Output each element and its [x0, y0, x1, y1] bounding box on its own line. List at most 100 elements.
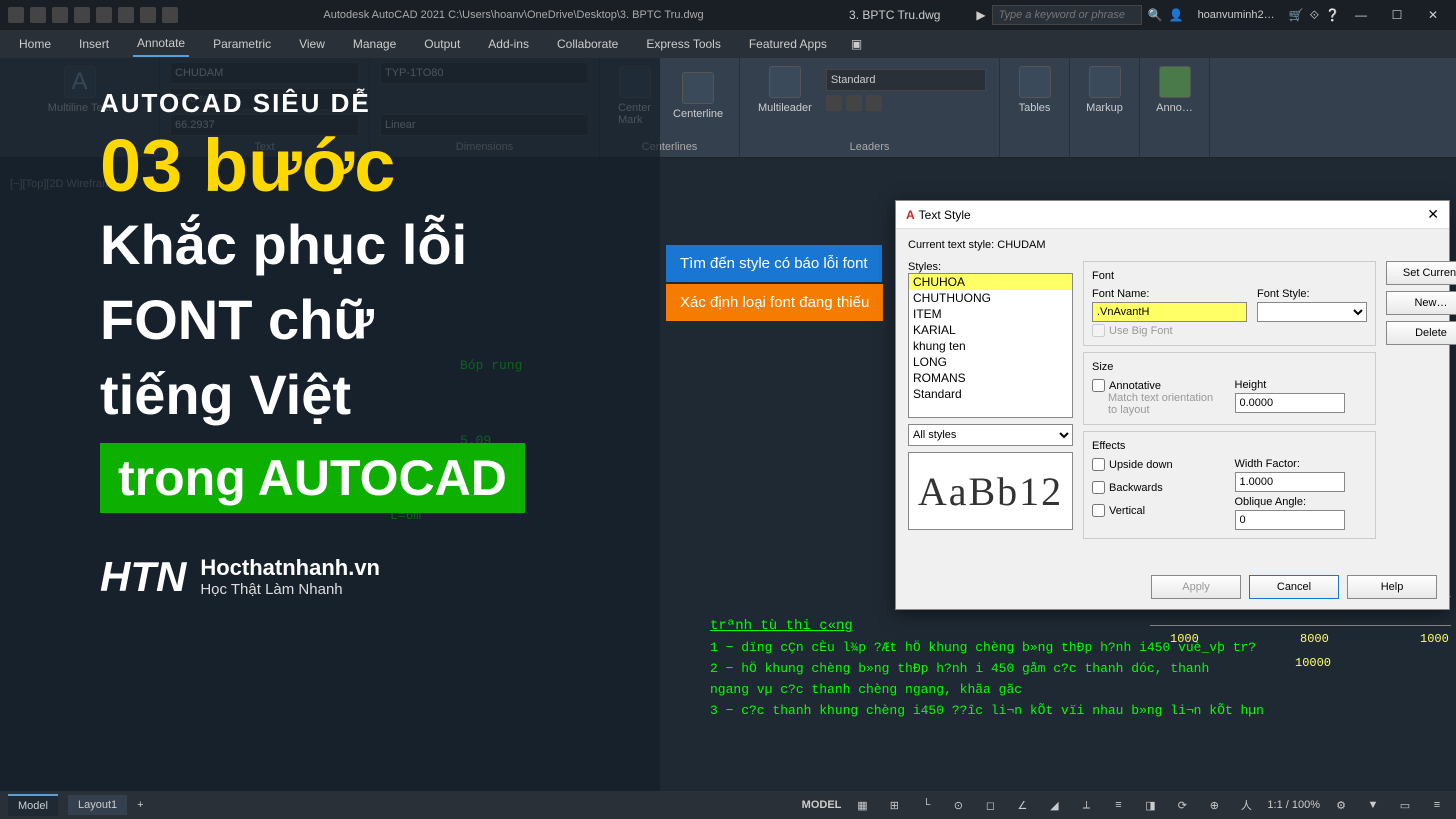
qat-icon[interactable] — [74, 7, 90, 23]
width-factor-input[interactable] — [1235, 472, 1345, 492]
qat-icon[interactable] — [52, 7, 68, 23]
title-bar: Autodesk AutoCAD 2021 C:\Users\hoanv\One… — [0, 0, 1456, 30]
angle-icon[interactable]: ∠ — [1011, 794, 1033, 816]
transparency-icon[interactable]: ◨ — [1139, 794, 1161, 816]
autodesk-icon[interactable]: ⟐ — [1310, 8, 1319, 23]
scale-label[interactable]: 1:1 / 100% — [1267, 799, 1320, 811]
customize-icon[interactable]: ≡ — [1426, 794, 1448, 816]
style-item[interactable]: Standard — [909, 386, 1072, 402]
backwards-checkbox[interactable]: Backwards — [1092, 481, 1225, 494]
leader-icon[interactable] — [846, 95, 862, 111]
help-button[interactable]: Help — [1347, 575, 1437, 599]
leader-icon[interactable] — [866, 95, 882, 111]
style-item[interactable]: KARIAL — [909, 322, 1072, 338]
font-style-select[interactable] — [1257, 302, 1367, 322]
qat-icon[interactable] — [96, 7, 112, 23]
anno-monitor-icon[interactable]: ⊕ — [1203, 794, 1225, 816]
tab-home[interactable]: Home — [15, 32, 55, 56]
panel-toggle-icon[interactable]: ▣ — [851, 37, 862, 51]
grid-icon[interactable]: ▦ — [851, 794, 873, 816]
model-space-label[interactable]: MODEL — [802, 799, 842, 811]
dialog-close-button[interactable]: ✕ — [1427, 206, 1439, 223]
layout-tab[interactable]: Layout1 — [68, 795, 127, 815]
upside-checkbox[interactable]: Upside down — [1092, 458, 1225, 471]
use-big-font-checkbox[interactable]: Use Big Font — [1092, 324, 1247, 337]
gear-icon[interactable]: ⚙ — [1330, 794, 1352, 816]
help-icon[interactable]: ❔ — [1325, 8, 1340, 22]
anno-scale-icon[interactable]: 人 — [1235, 794, 1257, 816]
user-icon[interactable]: 👤 — [1169, 8, 1184, 22]
clean-icon[interactable]: ▭ — [1394, 794, 1416, 816]
tab-collab[interactable]: Collaborate — [553, 32, 622, 56]
tab-output[interactable]: Output — [420, 32, 464, 56]
tab-annotate[interactable]: Annotate — [133, 31, 189, 57]
model-tab[interactable]: Model — [8, 794, 58, 816]
style-item[interactable]: khung ten — [909, 338, 1072, 354]
anno-button[interactable]: Anno… — [1150, 62, 1199, 118]
maximize-button[interactable]: ☐ — [1382, 3, 1412, 27]
cancel-button[interactable]: Cancel — [1249, 575, 1339, 599]
callout-step2: Xác định loại font đang thiếu — [666, 284, 883, 321]
new-style-button[interactable]: New… — [1386, 291, 1456, 315]
qat-icon[interactable] — [30, 7, 46, 23]
tab-express[interactable]: Express Tools — [642, 32, 724, 56]
style-item[interactable]: CHUTHUONG — [909, 290, 1072, 306]
delete-style-button[interactable]: Delete — [1386, 321, 1456, 345]
font-style-label: Font Style: — [1257, 288, 1367, 300]
set-current-button[interactable]: Set Current — [1386, 261, 1456, 285]
style-item[interactable]: ITEM — [909, 306, 1072, 322]
markup-button[interactable]: Markup — [1080, 62, 1129, 118]
lineweight-icon[interactable]: ≡ — [1107, 794, 1129, 816]
tab-featured[interactable]: Featured Apps — [745, 32, 831, 56]
style-item[interactable]: LONG — [909, 354, 1072, 370]
search-icon[interactable]: 🔍 — [1148, 8, 1163, 22]
drawing-line: ngang vµ c?c thanh chèng ngang, khãa gãc — [710, 682, 1264, 697]
qat-icon[interactable] — [140, 7, 156, 23]
style-item[interactable]: ROMANS — [909, 370, 1072, 386]
tab-insert[interactable]: Insert — [75, 32, 113, 56]
osnap-icon[interactable]: ◻ — [979, 794, 1001, 816]
leader-style-select[interactable] — [826, 69, 986, 91]
tab-addins[interactable]: Add-ins — [484, 32, 533, 56]
leader-icon[interactable] — [826, 95, 842, 111]
dialog-titlebar[interactable]: A Text Style ✕ — [896, 201, 1449, 229]
help-search-input[interactable] — [992, 5, 1142, 25]
dialog-title: Text Style — [919, 208, 971, 222]
promo-overlay: AUTOCAD SIÊU DỄ 03 bước Khắc phục lỗi FO… — [0, 58, 660, 798]
workspace-icon[interactable]: ▼ — [1362, 794, 1384, 816]
vertical-checkbox[interactable]: Vertical — [1092, 504, 1225, 517]
dimension: 1000 — [1420, 632, 1449, 646]
height-input[interactable] — [1235, 393, 1345, 413]
add-layout-icon[interactable]: + — [137, 799, 143, 811]
track-icon[interactable]: ⟂ — [1075, 794, 1097, 816]
callout-step1: Tìm đến style có báo lỗi font — [666, 245, 882, 282]
isoplane-icon[interactable]: ◢ — [1043, 794, 1065, 816]
drawing-line: 2 − hÖ khung chèng b»ng thÐp h?nh i 450 … — [710, 661, 1264, 676]
ortho-icon[interactable]: └ — [915, 794, 937, 816]
tables-button[interactable]: Tables — [1010, 62, 1059, 118]
annotative-checkbox[interactable]: Annotative — [1092, 379, 1225, 392]
width-factor-label: Width Factor: — [1235, 458, 1368, 470]
user-label[interactable]: hoanvuminh2… — [1198, 9, 1275, 21]
polar-icon[interactable]: ⊙ — [947, 794, 969, 816]
close-button[interactable]: ✕ — [1418, 3, 1448, 27]
overlay-subtitle: AUTOCAD SIÊU DỄ — [100, 88, 660, 119]
cart-icon[interactable]: 🛒 — [1289, 8, 1304, 22]
overlay-big: 03 bước — [100, 129, 660, 203]
centerline-button[interactable]: Centerline — [665, 68, 731, 124]
minimize-button[interactable]: — — [1346, 3, 1376, 27]
font-name-select[interactable] — [1092, 302, 1247, 322]
styles-listbox[interactable]: CHUHOA CHUTHUONG ITEM KARIAL khung ten L… — [908, 273, 1073, 418]
tab-parametric[interactable]: Parametric — [209, 32, 275, 56]
tab-manage[interactable]: Manage — [349, 32, 400, 56]
snap-icon[interactable]: ⊞ — [883, 794, 905, 816]
cycling-icon[interactable]: ⟳ — [1171, 794, 1193, 816]
qat-icon[interactable] — [118, 7, 134, 23]
dimension: 1000 — [1170, 632, 1199, 646]
style-item[interactable]: CHUHOA — [909, 274, 1072, 290]
oblique-input[interactable] — [1235, 510, 1345, 530]
tab-view[interactable]: View — [295, 32, 329, 56]
qat-icon[interactable] — [162, 7, 178, 23]
multileader-button[interactable]: Multileader — [750, 62, 820, 118]
style-filter-select[interactable]: All styles — [908, 424, 1073, 446]
